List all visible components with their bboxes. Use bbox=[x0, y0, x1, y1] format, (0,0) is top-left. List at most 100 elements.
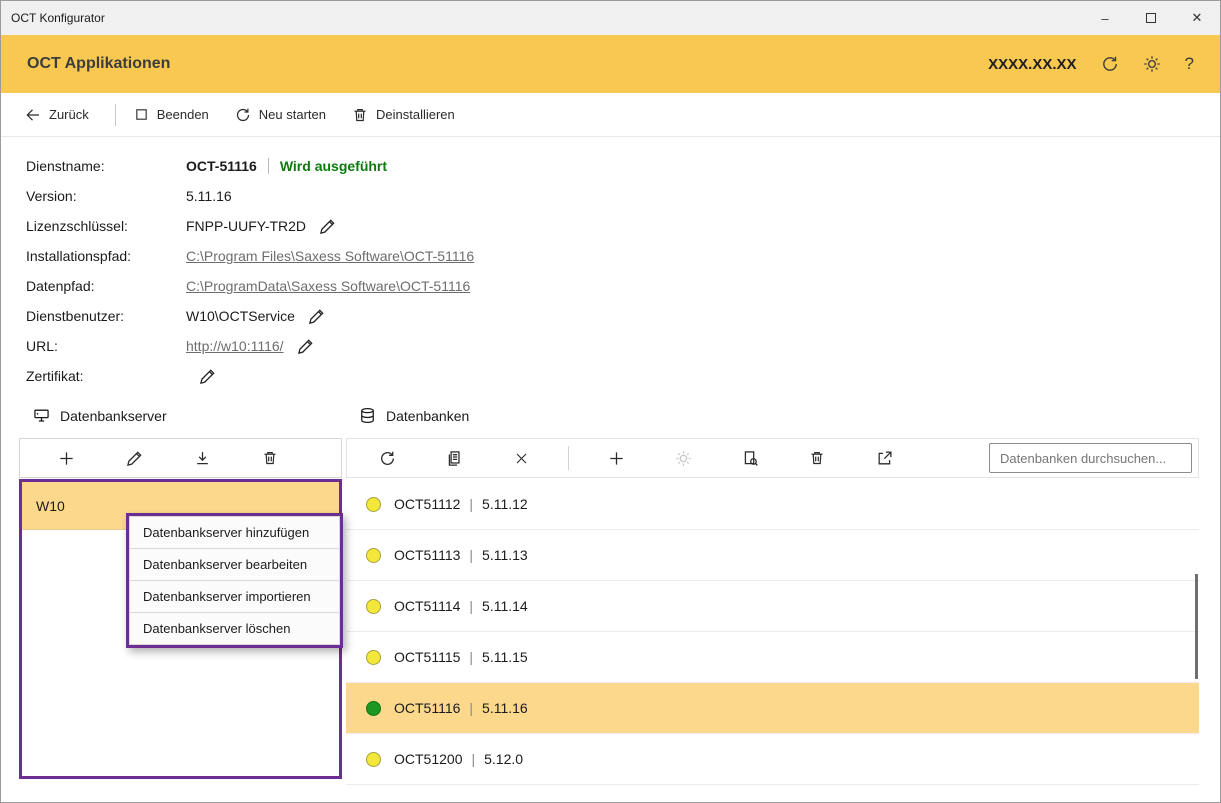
detail-row: Datenpfad:C:\ProgramData\Saxess Software… bbox=[26, 271, 1220, 301]
detail-label: Zertifikat: bbox=[26, 368, 186, 384]
copy-database-button[interactable] bbox=[434, 450, 474, 467]
minimize-button[interactable]: – bbox=[1082, 1, 1128, 35]
context-menu-item[interactable]: Datenbankserver importieren bbox=[129, 580, 340, 613]
trash-icon bbox=[809, 450, 825, 466]
database-toolbar bbox=[346, 438, 1199, 478]
back-button[interactable]: Zurück bbox=[25, 107, 89, 123]
gear-icon bbox=[675, 450, 692, 467]
context-menu-item[interactable]: Datenbankserver hinzufügen bbox=[129, 516, 340, 549]
titlebar: OCT Konfigurator – ✕ bbox=[1, 1, 1220, 35]
name-version-separator: | bbox=[469, 496, 473, 512]
trash-icon bbox=[262, 450, 278, 466]
database-search-icon bbox=[742, 450, 759, 467]
database-row[interactable]: OCT51114|5.11.14 bbox=[346, 581, 1199, 632]
database-icon bbox=[359, 407, 376, 424]
header-actions: XXXX.XX.XX ? bbox=[988, 54, 1194, 74]
context-menu-item[interactable]: Datenbankserver löschen bbox=[129, 612, 340, 645]
detail-link[interactable]: C:\ProgramData\Saxess Software\OCT-51116 bbox=[186, 278, 470, 294]
database-version: 5.11.12 bbox=[482, 496, 528, 512]
database-name: OCT51114 bbox=[394, 598, 460, 614]
settings-button[interactable] bbox=[1143, 55, 1161, 73]
scrollbar-thumb[interactable] bbox=[1195, 574, 1198, 679]
context-menu-item[interactable]: Datenbankserver bearbeiten bbox=[129, 548, 340, 581]
database-panel-header: Datenbanken bbox=[359, 407, 469, 424]
delete-server-button[interactable] bbox=[250, 450, 290, 466]
database-row[interactable]: OCT51115|5.11.15 bbox=[346, 632, 1199, 683]
server-panel-title: Datenbankserver bbox=[60, 408, 167, 424]
gear-icon bbox=[1143, 55, 1161, 73]
database-row[interactable]: OCT51200|5.12.0 bbox=[346, 734, 1199, 785]
detail-row: Installationspfad:C:\Program Files\Saxes… bbox=[26, 241, 1220, 271]
detail-row: Zertifikat: bbox=[26, 361, 1220, 391]
refresh-databases-button[interactable] bbox=[367, 450, 407, 467]
export-database-button[interactable] bbox=[864, 450, 904, 467]
edit-button[interactable] bbox=[297, 338, 314, 355]
pencil-icon bbox=[319, 218, 336, 235]
name-version-separator: | bbox=[469, 649, 473, 665]
refresh-icon bbox=[379, 450, 396, 467]
detail-label: Version: bbox=[26, 188, 186, 204]
detail-link[interactable]: C:\Program Files\Saxess Software\OCT-511… bbox=[186, 248, 474, 264]
stop-service-button[interactable]: Beenden bbox=[134, 107, 209, 122]
edit-server-button[interactable] bbox=[114, 450, 154, 467]
detail-label: Dienstname: bbox=[26, 158, 186, 174]
search-database-button[interactable] bbox=[730, 450, 770, 467]
database-name: OCT51116 bbox=[394, 700, 460, 716]
close-icon: ✕ bbox=[1192, 10, 1203, 26]
status-icon bbox=[366, 497, 381, 512]
database-row[interactable]: OCT51116 | 5.11.16 bbox=[346, 683, 1199, 734]
status-icon bbox=[366, 650, 381, 665]
detail-row: Lizenzschlüssel:FNPP-UUFY-TR2D bbox=[26, 211, 1220, 241]
page-title: OCT Applikationen bbox=[27, 55, 170, 73]
import-server-button[interactable] bbox=[182, 450, 222, 467]
edit-button[interactable] bbox=[199, 368, 216, 385]
status-icon bbox=[366, 752, 381, 767]
database-version: 5.11.14 bbox=[482, 598, 528, 614]
add-server-button[interactable] bbox=[46, 450, 86, 467]
pencil-icon bbox=[308, 308, 325, 325]
database-version: 5.11.15 bbox=[482, 649, 528, 665]
close-database-button[interactable] bbox=[501, 451, 541, 466]
detail-row: Dienstname:OCT-51116Wird ausgeführt bbox=[26, 151, 1220, 181]
window-title: OCT Konfigurator bbox=[1, 11, 105, 25]
close-x-icon bbox=[514, 451, 529, 466]
database-version: 5.11.16 bbox=[482, 700, 528, 716]
stop-label: Beenden bbox=[157, 107, 209, 122]
add-database-button[interactable] bbox=[596, 450, 636, 467]
delete-database-button[interactable] bbox=[797, 450, 837, 466]
details-section: Dienstname:OCT-51116Wird ausgeführtVersi… bbox=[1, 137, 1220, 401]
detail-label: Installationspfad: bbox=[26, 248, 186, 264]
close-button[interactable]: ✕ bbox=[1174, 1, 1220, 35]
uninstall-button[interactable]: Deinstallieren bbox=[352, 107, 455, 123]
edit-button[interactable] bbox=[319, 218, 336, 235]
back-arrow-icon bbox=[25, 107, 41, 123]
status-icon bbox=[366, 599, 381, 614]
app-window: OCT Konfigurator – ✕ OCT Applikationen X… bbox=[0, 0, 1221, 803]
import-icon bbox=[194, 450, 211, 467]
detail-row: Version:5.11.16 bbox=[26, 181, 1220, 211]
plus-icon bbox=[58, 450, 75, 467]
name-version-separator: | bbox=[469, 700, 473, 716]
detail-label: Lizenzschlüssel: bbox=[26, 218, 186, 234]
server-toolbar bbox=[19, 438, 342, 478]
pencil-icon bbox=[297, 338, 314, 355]
toolbar-separator bbox=[568, 446, 569, 470]
maximize-button[interactable] bbox=[1128, 1, 1174, 35]
server-icon bbox=[33, 407, 50, 424]
database-name: OCT51113 bbox=[394, 547, 460, 563]
refresh-button[interactable] bbox=[1101, 55, 1119, 73]
help-button[interactable]: ? bbox=[1185, 54, 1194, 74]
database-settings-button[interactable] bbox=[663, 450, 703, 467]
restart-service-button[interactable]: Neu starten bbox=[235, 107, 326, 123]
maximize-icon bbox=[1146, 13, 1156, 23]
detail-label: URL: bbox=[26, 338, 186, 354]
database-row[interactable]: OCT51113|5.11.13 bbox=[346, 530, 1199, 581]
detail-value: W10\OCTService bbox=[186, 308, 295, 324]
detail-link[interactable]: http://w10:1116/ bbox=[186, 338, 284, 354]
database-search-input[interactable] bbox=[989, 443, 1192, 473]
detail-label: Datenpfad: bbox=[26, 278, 186, 294]
status-separator bbox=[268, 158, 269, 174]
database-row[interactable]: OCT51112|5.11.12 bbox=[346, 479, 1199, 530]
edit-button[interactable] bbox=[308, 308, 325, 325]
status-icon bbox=[366, 701, 381, 716]
